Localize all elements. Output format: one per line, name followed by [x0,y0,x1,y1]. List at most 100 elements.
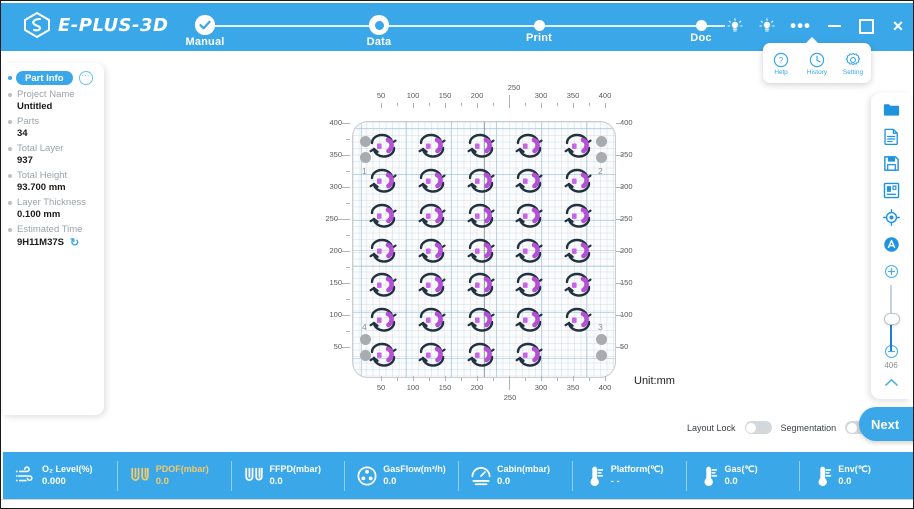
auto-arrange-icon[interactable] [879,235,903,255]
plate-part[interactable] [557,198,606,233]
plate-part[interactable] [508,198,557,233]
maximize-icon[interactable] [857,17,875,35]
axis-tick-mark [397,103,398,106]
plate-part[interactable] [362,198,411,233]
plate-part[interactable] [362,267,411,302]
plate-part[interactable] [411,267,460,302]
plate-part[interactable] [508,233,557,268]
plate-part[interactable] [508,337,557,372]
thermometer-icon [698,465,720,487]
window-controls: ••• ✕ [726,17,907,35]
zoom-in-icon[interactable] [879,262,903,282]
axis-tick-mark [477,103,478,108]
plate-part[interactable] [411,198,460,233]
status-item: Platform(℃)- - [572,459,686,493]
axis-tick-top: 250 [503,83,525,92]
plate-part[interactable] [460,233,509,268]
step-data[interactable]: Data [334,15,424,48]
workflow-steps: Manual Data Print Doc [177,15,742,51]
plate-part[interactable] [460,302,509,337]
next-button[interactable]: Next [859,407,914,441]
plate-part[interactable] [362,128,411,163]
plate-part[interactable] [460,198,509,233]
close-icon[interactable]: ✕ [889,17,907,35]
refresh-icon[interactable]: ↻ [70,236,79,249]
plate-part[interactable] [362,302,411,337]
plate-part[interactable] [508,128,557,163]
bullet-icon [8,147,12,151]
build-plate-canvas[interactable]: 50 100 150 200 250 300 350 400 [104,53,864,451]
machine-status-bar: O₂ Level(%)0.000PDOF(mbar)0.0FFPD(mbar)0… [3,452,913,500]
status-item-value: 0.0 [838,476,871,488]
axis-tick-mark [342,347,350,348]
status-item-label: O₂ Level(%) [42,464,93,475]
plate-part[interactable] [460,163,509,198]
step-print[interactable]: Print [494,15,584,44]
document-icon[interactable] [879,127,903,147]
layout-lock-toggle[interactable] [745,421,772,434]
axis-tick-mark [493,103,494,106]
plate-part[interactable] [557,302,606,337]
plate-part[interactable] [508,163,557,198]
popup-item-label: History [807,69,827,76]
ellipsis-circle-icon[interactable]: ⋯ [79,71,93,85]
lamp-right-icon[interactable] [758,17,776,35]
thermometer-icon [584,465,606,487]
minimize-icon[interactable] [825,17,843,35]
plate-part[interactable] [557,163,606,198]
plate-part[interactable] [362,163,411,198]
axis-tick-mark [616,155,624,156]
gauge-icon [470,465,492,487]
plate-part[interactable] [557,233,606,268]
printer-setup-icon[interactable] [879,181,903,201]
status-item-label: GasFlow(m³/h) [383,464,446,475]
axis-tick-top: 150 [434,91,456,100]
plate-part[interactable] [362,337,411,372]
axis-tick-bottom: 50 [370,383,392,392]
zoom-slider-handle[interactable] [884,313,900,325]
axis-tick-mark [381,376,382,381]
build-plate[interactable]: 1 2 3 4 [352,121,616,378]
lamp-left-icon[interactable] [726,17,744,35]
plate-part[interactable] [411,163,460,198]
axis-tick-mark [589,103,590,106]
status-item: Cabin(mbar)0.0 [458,459,572,493]
part-info-header[interactable]: Part Info ⋯ [3,71,104,85]
plate-part[interactable] [460,128,509,163]
chevron-up-icon[interactable] [879,372,903,392]
plate-part[interactable] [557,128,606,163]
plate-part[interactable] [557,267,606,302]
more-menu-icon[interactable]: ••• [790,22,811,30]
info-value: 9H11M37S [17,237,64,248]
info-row-parts: Parts 34 [3,116,104,139]
plate-part[interactable] [508,302,557,337]
popup-item-setting[interactable]: Setting [837,52,870,76]
popup-item-history[interactable]: History [801,52,834,76]
plate-part[interactable] [411,128,460,163]
plate-part[interactable] [411,233,460,268]
open-folder-icon[interactable] [879,100,903,120]
zoom-level-value: 406 [884,361,897,370]
plate-part[interactable] [460,337,509,372]
step-label: Data [334,36,424,48]
plate-part[interactable] [411,302,460,337]
axis-tick-mark [346,139,350,140]
plate-part[interactable] [460,267,509,302]
save-icon[interactable] [879,154,903,174]
arranged-parts-grid[interactable] [362,128,606,372]
axis-tick-mark [413,103,414,108]
axis-tick-mark [616,187,624,188]
target-center-icon[interactable] [879,208,903,228]
axis-tick-mark [445,103,446,108]
popup-item-help[interactable]: ? Help [765,52,798,76]
airflow-icon [15,465,37,487]
plate-part[interactable] [411,337,460,372]
plate-part[interactable] [362,233,411,268]
plate-part[interactable] [557,337,606,372]
bullet-icon [8,201,12,205]
axis-tick-mark [557,378,558,381]
zoom-slider[interactable] [883,285,899,340]
status-item: Env(℃)0.0 [799,459,913,493]
plate-part[interactable] [508,267,557,302]
step-manual[interactable]: Manual [160,15,250,48]
